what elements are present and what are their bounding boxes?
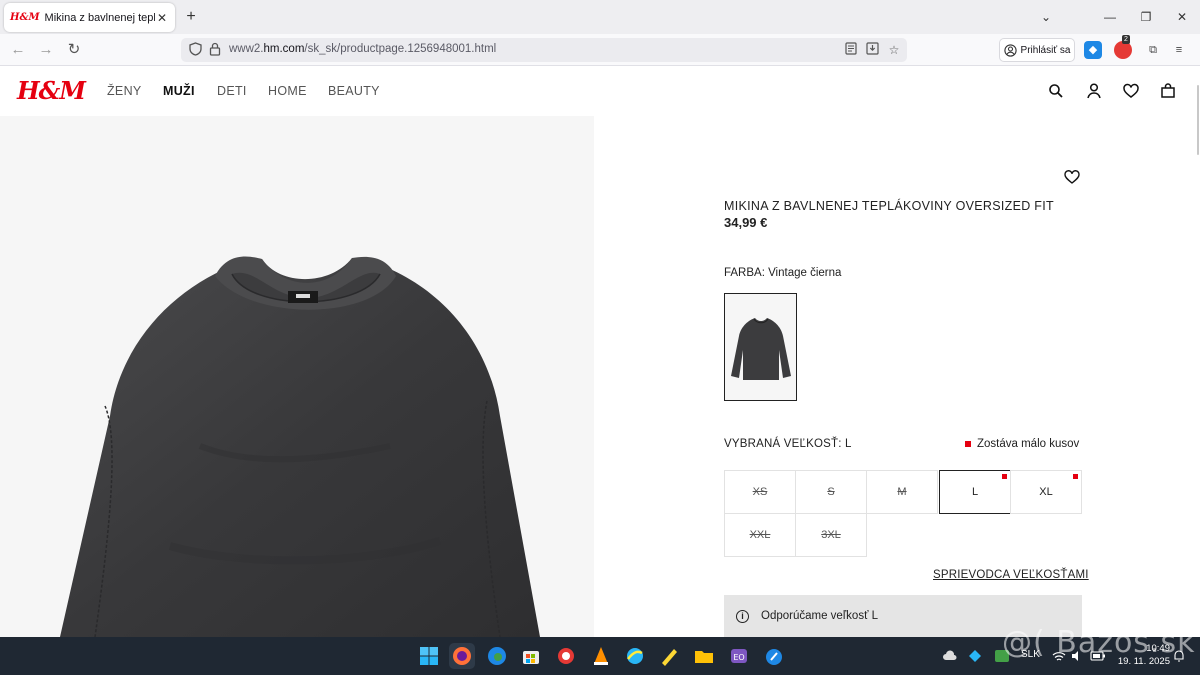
low-stock-marker-icon	[1002, 474, 1007, 479]
size-option-xl[interactable]: XL	[1010, 470, 1082, 514]
color-label: FARBA: Vintage čierna	[724, 267, 842, 279]
shield-icon[interactable]	[187, 42, 203, 58]
size-option-xs[interactable]: XS	[724, 470, 796, 514]
size-recommendation-text: Odporúčame veľkosť L	[761, 610, 878, 622]
scrollbar-thumb[interactable]	[1197, 85, 1199, 155]
restore-button[interactable]: ❐	[1136, 8, 1156, 26]
size-option-s[interactable]: S	[795, 470, 867, 514]
tab-title: Mikina z bavlnenej teplákoviny	[44, 11, 155, 24]
bazos-watermark: @( Bazos.sk	[1002, 625, 1196, 660]
minimize-button[interactable]: —	[1100, 8, 1120, 26]
firefox-icon[interactable]	[449, 643, 475, 669]
back-arrow-icon[interactable]: ←	[8, 40, 28, 60]
tab-list-chevron-icon[interactable]: ⌄	[1036, 8, 1056, 26]
product-title: MIKINA Z BAVLNENEJ TEPLÁKOVINY OVERSIZED…	[724, 199, 1054, 213]
swatch-sweatshirt-thumbnail	[731, 318, 791, 380]
save-page-icon[interactable]	[864, 42, 880, 58]
low-stock-indicator: Zostáva málo kusov	[965, 438, 1079, 450]
account-icon	[1003, 43, 1017, 57]
reader-view-icon[interactable]	[843, 42, 859, 58]
app-tools-icon[interactable]	[656, 643, 682, 669]
url-text: www2.hm.com/sk_sk/productpage.1256948001…	[229, 43, 497, 55]
extension-badge-icon[interactable]: 2	[1114, 35, 1132, 59]
favorites-heart-icon[interactable]	[1120, 80, 1142, 102]
forward-arrow-icon[interactable]: →	[36, 40, 56, 60]
shopping-bag-icon[interactable]	[1157, 80, 1179, 102]
info-icon: i	[736, 609, 749, 623]
size-option-m[interactable]: M	[866, 470, 938, 514]
extensions-puzzle-icon[interactable]: ⧉	[1144, 41, 1162, 59]
color-swatch-vintage-black[interactable]	[724, 293, 797, 401]
store-icon[interactable]	[518, 643, 544, 669]
app-blue-compass-icon[interactable]	[761, 643, 787, 669]
account-icon[interactable]	[1083, 80, 1105, 102]
tray-shield-icon[interactable]	[968, 649, 982, 663]
product-price: 34,99 €	[724, 215, 768, 230]
vlc-icon[interactable]	[588, 643, 614, 669]
nav-category-home[interactable]: HOME	[268, 84, 307, 98]
reload-icon[interactable]: ↻	[64, 40, 84, 60]
edge-icon[interactable]	[484, 643, 510, 669]
app-globe-icon[interactable]	[622, 643, 648, 669]
size-option-3xl[interactable]: 3XL	[795, 513, 867, 557]
nav-category-beauty[interactable]: BEAUTY	[328, 84, 380, 98]
windows-start-icon[interactable]	[416, 643, 442, 669]
extension-shield-icon[interactable]: ◆	[1084, 41, 1102, 59]
browser-tab[interactable]: H&M Mikina z bavlnenej teplákoviny ✕	[4, 3, 175, 32]
sign-in-button[interactable]: Prihlásiť sa	[999, 38, 1075, 62]
onedrive-cloud-icon[interactable]	[942, 649, 958, 663]
size-option-l[interactable]: L	[939, 470, 1011, 514]
app-purple-icon[interactable]: EO	[726, 643, 752, 669]
nav-category-muzi[interactable]: MUŽI	[163, 84, 195, 98]
browser-tab-bar: H&M Mikina z bavlnenej teplákoviny ✕ + ⌄…	[0, 0, 1200, 34]
address-bar[interactable]: www2.hm.com/sk_sk/productpage.1256948001…	[181, 38, 907, 62]
hm-favicon-icon: H&M	[10, 12, 40, 23]
selected-size-label: VYBRANÁ VEĽKOSŤ: L	[724, 438, 852, 450]
low-stock-dot-icon	[965, 441, 971, 447]
lock-icon[interactable]	[207, 42, 223, 58]
hm-logo[interactable]: H&M	[17, 76, 86, 105]
svg-text:EO: EO	[733, 653, 744, 662]
site-header: H&M ŽENY MUŽI DETI HOME BEAUTY	[0, 67, 1196, 116]
close-window-button[interactable]: ✕	[1172, 8, 1192, 26]
browser-toolbar: ← → ↻ www2.hm.com/sk_sk/productpage.1256…	[0, 34, 1200, 66]
low-stock-marker-icon	[1073, 474, 1078, 479]
size-guide-link[interactable]: SPRIEVODCA VEĽKOSŤAMI	[933, 569, 1089, 581]
menu-icon[interactable]: ≡	[1170, 41, 1188, 59]
nav-category-deti[interactable]: DETI	[217, 84, 247, 98]
close-tab-icon[interactable]: ✕	[155, 11, 169, 25]
search-icon[interactable]	[1045, 80, 1067, 102]
file-explorer-icon[interactable]	[691, 643, 717, 669]
low-stock-text: Zostáva málo kusov	[977, 438, 1080, 450]
add-to-favorites-heart-icon[interactable]	[1062, 167, 1082, 187]
new-tab-button[interactable]: +	[181, 7, 201, 27]
sign-in-label: Prihlásiť sa	[1020, 44, 1071, 56]
app-red-icon[interactable]	[553, 643, 579, 669]
bookmark-star-icon[interactable]: ☆	[886, 42, 902, 58]
product-image[interactable]	[0, 116, 594, 637]
nav-category-zeny[interactable]: ŽENY	[107, 84, 142, 98]
sweatshirt-photo	[60, 256, 540, 637]
size-option-xxl[interactable]: XXL	[724, 513, 796, 557]
extension-badge-count: 2	[1122, 35, 1130, 44]
